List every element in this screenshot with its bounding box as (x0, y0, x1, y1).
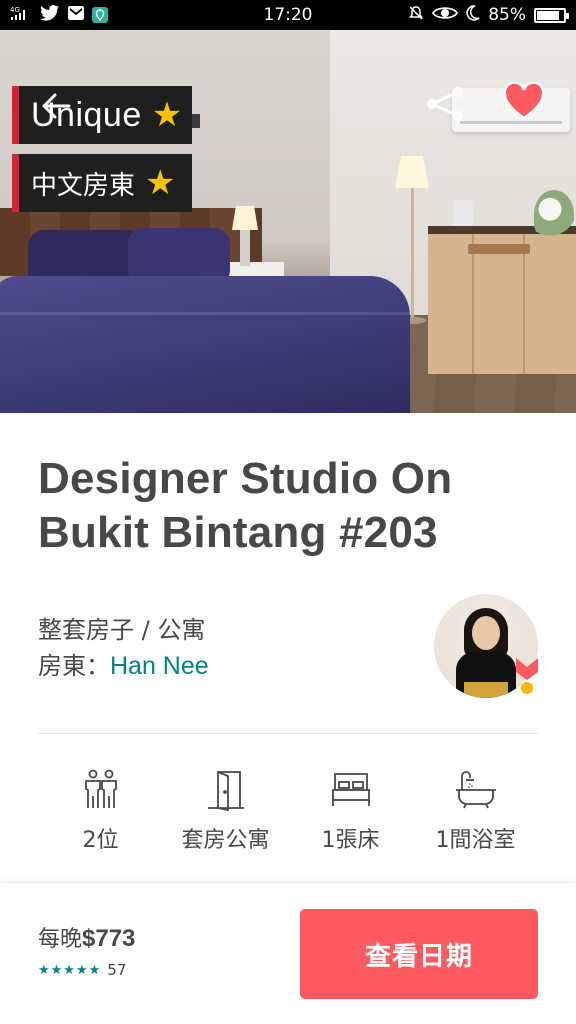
price-per-night: 每晚$773 (38, 921, 135, 953)
amenity-guests: 2位 (38, 768, 163, 854)
photo-bed (0, 276, 410, 413)
avatar-face (472, 616, 500, 650)
host-prefix: 房東： (38, 652, 110, 680)
status-bar: 4G 17:20 85% (0, 0, 576, 30)
listing-type: 整套房子 / 公寓 (38, 616, 206, 644)
door-icon (207, 771, 244, 812)
amenity-beds: 1張床 (288, 768, 413, 854)
back-button[interactable] (36, 88, 76, 124)
twitter-icon (40, 4, 60, 26)
photo-kettle (453, 200, 473, 226)
amenity-room-type-label: 套房公寓 (181, 828, 270, 853)
status-bar-right: 85% (408, 4, 569, 26)
battery-icon (534, 7, 569, 23)
photo-tray (468, 244, 530, 254)
host-name-link[interactable]: Han Nee (110, 652, 209, 680)
star-icon: ★ (151, 95, 183, 135)
share-button[interactable] (422, 84, 468, 124)
chinese-host-badge-label: 中文房東 (31, 170, 136, 201)
host-line: 房東：Han Nee (38, 648, 209, 684)
listing-title: Designer Studio On Bukit Bintang #203 (38, 454, 453, 557)
listing-meta: 整套房子 / 公寓 房東：Han Nee (38, 612, 209, 684)
share-icon (427, 87, 463, 121)
price-prefix: 每晚 (38, 927, 83, 952)
photo-bedside-lamp (232, 206, 258, 230)
listing-photo[interactable]: Unique ★ 中文房東 ★ (0, 30, 576, 413)
amenity-room-type: 套房公寓 (163, 768, 288, 854)
price-amount: $773 (82, 925, 136, 952)
guests-icon (84, 769, 117, 808)
signal-icon: 4G (10, 5, 32, 26)
heart-icon (503, 81, 545, 120)
rating-stars-icon: ★★★★★ (38, 962, 102, 978)
status-bar-left: 4G (10, 4, 108, 26)
bed-icon (331, 773, 370, 806)
rating[interactable]: ★★★★★ 57 (38, 961, 126, 979)
photo-plant (534, 190, 574, 238)
amenity-guests-label: 2位 (82, 828, 119, 853)
battery-fill (537, 10, 560, 20)
amenity-bathrooms-label: 1間浴室 (435, 828, 516, 853)
amenities-row: 2位 套房公寓 1張床 1間浴室 (38, 768, 538, 854)
amenity-beds-label: 1張床 (321, 828, 380, 853)
mute-icon (408, 5, 424, 26)
location-app-icon (92, 7, 108, 23)
section-divider (38, 733, 538, 734)
photo-bedside-lamp-base (240, 230, 250, 266)
svg-text:4G: 4G (10, 6, 20, 14)
moon-icon (466, 4, 480, 26)
eye-icon (432, 5, 459, 26)
favorite-button[interactable] (502, 81, 546, 122)
star-icon: ★ (145, 163, 176, 203)
photo-floor-lamp-pole (411, 188, 414, 318)
superhost-badge-icon (516, 658, 538, 694)
check-dates-button[interactable]: 查看日期 (300, 909, 538, 999)
review-count: 57 (107, 961, 127, 979)
back-arrow-icon (42, 93, 71, 119)
mail-icon (68, 5, 84, 25)
booking-footer: 每晚$773 ★★★★★ 57 查看日期 (0, 882, 576, 1024)
battery-percent: 85% (488, 5, 526, 25)
status-time: 17:20 (263, 5, 313, 25)
amenity-bathrooms: 1間浴室 (413, 768, 538, 854)
chinese-host-badge: 中文房東 ★ (12, 154, 192, 212)
avatar-skirt (464, 682, 508, 698)
bathtub-icon (455, 771, 496, 809)
